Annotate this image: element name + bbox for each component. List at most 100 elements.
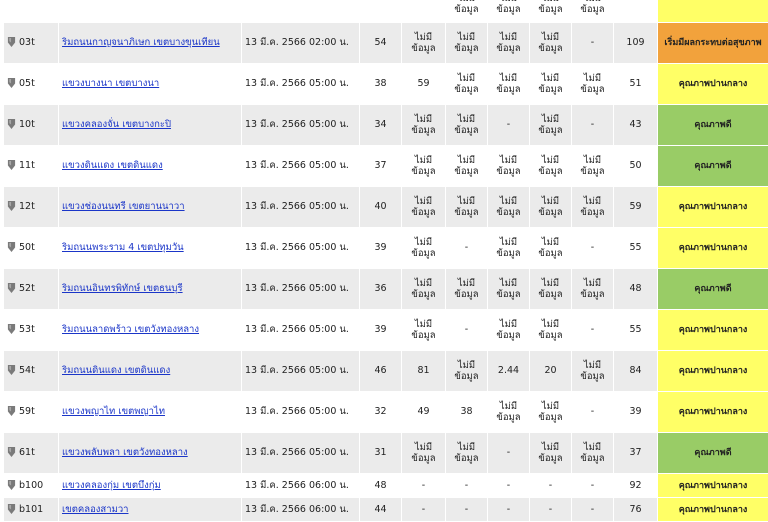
area-link[interactable]: ริมถนนดินแดง เขตดินแดง: [62, 365, 170, 376]
index-cell: 55: [614, 310, 658, 351]
no-data-label: ไม่มีข้อมูล: [580, 278, 604, 300]
value-text: 38: [460, 406, 472, 417]
measurement-time: 13 มี.ค. 2566 05:00 น.: [245, 447, 349, 458]
no-data-line: ข้อมูล: [538, 453, 562, 464]
no-data-line: ไม่มี: [500, 278, 517, 289]
aqi-cell: 39: [360, 310, 402, 351]
value-cell-v2: ไม่มีข้อมูล: [446, 64, 488, 105]
no-data-label: ไม่มีข้อมูล: [411, 32, 435, 54]
area-link[interactable]: ริมถนนลาดพร้าว เขตวังทองหลาง: [62, 324, 199, 335]
no-data-line: ข้อมูล: [454, 371, 478, 382]
area-link[interactable]: ริมถนนอินทรพิทักษ์ เขตธนบุรี: [62, 283, 183, 294]
no-data-line: ข้อมูล: [496, 330, 520, 341]
no-data-line: ไม่มี: [500, 401, 517, 412]
area-cell: แขวงพลับพลา เขตวังทองหลาง: [59, 433, 242, 474]
value-cell-v2: ไม่มีข้อมูล: [446, 146, 488, 187]
quality-label: คุณภาพดี: [694, 120, 731, 130]
map-pin-icon: [7, 283, 16, 293]
quality-label: คุณภาพดี: [694, 284, 731, 294]
index-cell: 92: [614, 474, 658, 498]
map-pin-icon: [7, 406, 16, 416]
value-text: -: [507, 119, 510, 130]
index-cell: 55: [614, 228, 658, 269]
aqi-value: 32: [374, 406, 386, 417]
map-pin-icon: [7, 201, 16, 211]
no-data-line: ไม่มี: [584, 360, 601, 371]
aqi-cell: 46: [360, 351, 402, 392]
station-code: 53t: [19, 324, 35, 335]
aqi-cell: 36: [360, 269, 402, 310]
no-data-label: ไม่มีข้อมูล: [411, 155, 435, 177]
aqi-value: 36: [374, 283, 386, 294]
no-data-line: ไม่มี: [584, 73, 601, 84]
area-cell: [59, 0, 242, 23]
area-cell: ริมถนนลาดพร้าว เขตวังทองหลาง: [59, 310, 242, 351]
no-data-label: ไม่มีข้อมูล: [496, 0, 520, 15]
index-value: 84: [629, 365, 641, 376]
value-text: -: [591, 406, 594, 417]
value-cell-v3: -: [488, 105, 530, 146]
no-data-line: ข้อมูล: [496, 248, 520, 259]
no-data-label: ไม่มีข้อมูล: [580, 442, 604, 464]
area-link[interactable]: แขวงพญาไท เขตพญาไท: [62, 406, 165, 417]
area-link[interactable]: แขวงคลองกุ่ม เขตบึงกุ่ม: [62, 480, 161, 491]
value-cell-v2: -: [446, 498, 488, 522]
quality-cell: คุณภาพปานกลาง: [658, 187, 768, 228]
value-cell-v2: ไม่มีข้อมูล: [446, 187, 488, 228]
value-cell-v4: 20: [530, 351, 572, 392]
area-cell: แขวงดินแดง เขตดินแดง: [59, 146, 242, 187]
quality-cell: คุณภาพปานกลาง: [658, 228, 768, 269]
area-link[interactable]: ริมถนนกาญจนาภิเษก เขตบางขุนเทียน: [62, 37, 220, 48]
table-row: 52tริมถนนอินทรพิทักษ์ เขตธนบุรี13 มี.ค. …: [4, 269, 768, 310]
no-data-line: ข้อมูล: [411, 289, 435, 300]
table-row: 10tแขวงคลองจั่น เขตบางกะปิ13 มี.ค. 2566 …: [4, 105, 768, 146]
area-link[interactable]: ริมถนนพระราม 4 เขตปทุมวัน: [62, 242, 184, 253]
area-link[interactable]: แขวงบางนา เขตบางนา: [62, 78, 159, 89]
area-link[interactable]: แขวงคลองจั่น เขตบางกะปิ: [62, 119, 171, 130]
station-cell: 53t: [4, 310, 59, 351]
no-data-label: ไม่มีข้อมูล: [538, 155, 562, 177]
value-cell-v2: ไม่มีข้อมูล: [446, 269, 488, 310]
no-data-line: ข้อมูล: [496, 412, 520, 423]
no-data-line: ไม่มี: [542, 196, 559, 207]
no-data-label: ไม่มีข้อมูล: [454, 196, 478, 218]
area-link[interactable]: แขวงพลับพลา เขตวังทองหลาง: [62, 447, 188, 458]
no-data-line: ข้อมูล: [538, 43, 562, 54]
no-data-line: ข้อมูล: [454, 166, 478, 177]
index-value: 37: [629, 447, 641, 458]
no-data-line: ไม่มี: [542, 155, 559, 166]
table-row: 54tริมถนนดินแดง เขตดินแดง13 มี.ค. 2566 0…: [4, 351, 768, 392]
value-cell-v3: 2.44: [488, 351, 530, 392]
value-text: -: [465, 480, 468, 491]
no-data-line: ไม่มี: [542, 319, 559, 330]
quality-label: คุณภาพปานกลาง: [679, 366, 748, 376]
no-data-label: ไม่มีข้อมูล: [580, 155, 604, 177]
no-data-label: ไม่มีข้อมูล: [538, 196, 562, 218]
value-cell-v3: ไม่มีข้อมูล: [488, 146, 530, 187]
measurement-time: 13 มี.ค. 2566 05:00 น.: [245, 406, 349, 417]
value-cell-v1: -: [402, 498, 446, 522]
value-cell-v1: ไม่มีข้อมูล: [402, 269, 446, 310]
no-data-label: ไม่มีข้อมูล: [454, 360, 478, 382]
time-cell: 13 มี.ค. 2566 05:00 น.: [242, 187, 360, 228]
area-link[interactable]: แขวงช่องนนทรี เขตยานนาวา: [62, 201, 185, 212]
station-cell: 59t: [4, 392, 59, 433]
area-link[interactable]: แขวงดินแดง เขตดินแดง: [62, 160, 163, 171]
value-cell-v2: -: [446, 310, 488, 351]
value-cell-v5: -: [572, 105, 614, 146]
quality-cell: คุณภาพดี: [658, 433, 768, 474]
no-data-label: ไม่มีข้อมูล: [538, 278, 562, 300]
measurement-time: 13 มี.ค. 2566 02:00 น.: [245, 37, 349, 48]
aqi-cell: 34: [360, 105, 402, 146]
air-quality-table: ไม่มีข้อมูลไม่มีข้อมูลไม่มีข้อมูลไม่มีข้…: [3, 0, 768, 522]
area-link[interactable]: เขตคลองสามวา: [62, 504, 129, 515]
aqi-cell: 38: [360, 64, 402, 105]
value-cell-v5: -: [572, 23, 614, 64]
time-cell: 13 มี.ค. 2566 05:00 น.: [242, 146, 360, 187]
no-data-line: ไม่มี: [415, 319, 432, 330]
station-cell: b101: [4, 498, 59, 522]
aqi-value: 31: [374, 447, 386, 458]
time-cell: 13 มี.ค. 2566 05:00 น.: [242, 228, 360, 269]
value-cell-v1: ไม่มีข้อมูล: [402, 105, 446, 146]
no-data-line: ไม่มี: [584, 155, 601, 166]
